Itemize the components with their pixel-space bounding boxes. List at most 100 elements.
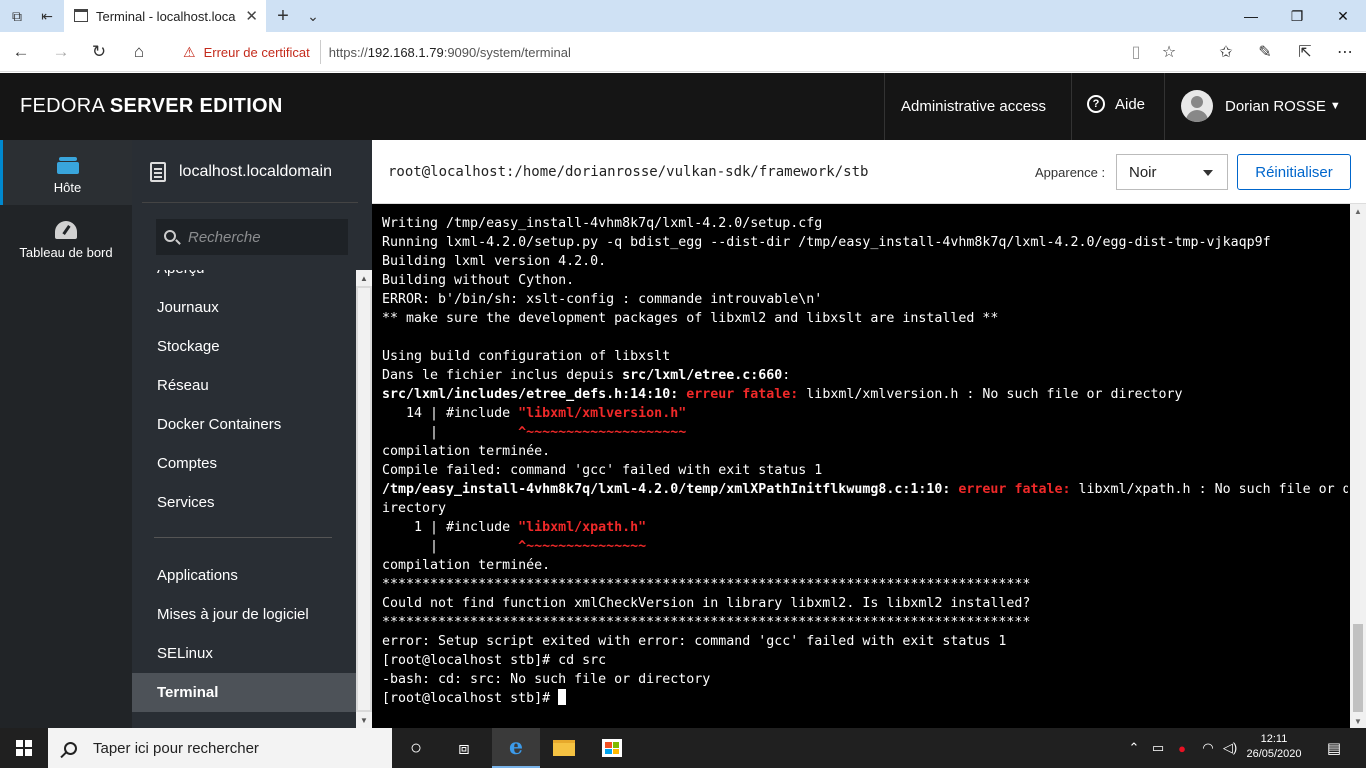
certificate-warning[interactable]: ⚠ Erreur de certificat (177, 40, 321, 64)
terminal-line: Building lxml version 4.2.0. (382, 252, 1348, 271)
minimize-button[interactable]: — (1228, 0, 1274, 32)
store-button[interactable] (588, 728, 636, 768)
terminal-text: : (782, 368, 791, 383)
scrollbar-thumb[interactable] (358, 288, 370, 710)
host-rail: Hôte Tableau de bord (0, 140, 132, 728)
rail-item-hote[interactable]: Hôte (0, 140, 132, 205)
theme-select[interactable]: Noir (1116, 154, 1228, 190)
more-menu-icon[interactable]: ⋯ (1326, 36, 1364, 68)
admin-access-button[interactable]: Administrative access (901, 98, 1046, 115)
wifi-icon[interactable]: ◠ (1196, 728, 1220, 768)
terminal-line: Running lxml-4.2.0/setup.py -q bdist_egg… (382, 233, 1348, 252)
terminal-text: "libxml/xpath.h" (518, 520, 647, 535)
page-icon (74, 9, 88, 22)
terminal-scrollbar[interactable]: ▲ ▼ (1350, 204, 1366, 728)
terminal-line: error: Setup script exited with error: c… (382, 632, 1348, 651)
terminal-line: [root@localhost stb]# (382, 689, 1348, 708)
terminal-text: Could not find function xmlCheckVersion … (382, 596, 1031, 611)
address-bar[interactable]: ⚠ Erreur de certificat https://192.168.1… (177, 36, 1189, 68)
terminal-line: compilation terminée. (382, 442, 1348, 461)
security-alert-icon[interactable]: ● (1172, 728, 1192, 768)
sidebar: localhost.localdomain Recherche Aperçu J… (132, 140, 372, 728)
favorite-star-icon[interactable]: ☆ (1150, 36, 1188, 68)
file-explorer-button[interactable] (540, 728, 588, 768)
close-tab-icon[interactable]: ✕ (245, 7, 258, 25)
search-placeholder: Recherche (188, 228, 261, 246)
action-center-icon[interactable]: ▤ (1316, 728, 1352, 768)
browser-toolbar: ← → ↻ ⌂ ⚠ Erreur de certificat https://1… (0, 32, 1366, 72)
menu-divider (154, 537, 332, 538)
set-tabs-aside-icon[interactable]: ⇤ (32, 0, 62, 32)
sidebar-item-stockage[interactable]: Stockage (132, 327, 356, 366)
terminal-text: ****************************************… (382, 577, 1031, 592)
clock[interactable]: 12:11 26/05/2020 (1238, 732, 1310, 762)
terminal-text: [root@localhost stb]# cd src (382, 653, 607, 668)
cortana-icon[interactable]: ○ (392, 728, 440, 768)
search-input[interactable]: Recherche (156, 219, 348, 255)
terminal-text: ** make sure the development packages of… (382, 311, 999, 326)
terminal-text: ^~~~~~~~~~~~~~~~ (518, 539, 647, 554)
url-text[interactable]: https://192.168.1.79:9090/system/termina… (329, 45, 571, 60)
edge-taskbar-button[interactable]: e (492, 728, 540, 768)
scrollbar-thumb[interactable] (1353, 624, 1363, 712)
task-view-icon[interactable]: ⧈ (440, 728, 488, 768)
restore-button[interactable]: ❐ (1274, 0, 1320, 32)
divider (142, 202, 358, 203)
terminal-text: error: Setup script exited with error: c… (382, 634, 1007, 649)
sidebar-item-comptes[interactable]: Comptes (132, 444, 356, 483)
scroll-down-icon[interactable]: ▼ (1350, 714, 1366, 728)
start-button[interactable] (0, 728, 48, 768)
terminal-text: | (382, 425, 519, 440)
terminal-text: Building lxml version 4.2.0. (382, 254, 607, 269)
terminal-line: ** make sure the development packages of… (382, 309, 1348, 328)
appearance-label: Apparence : (1035, 165, 1106, 180)
terminal-output[interactable]: Writing /tmp/easy_install-4vhm8k7q/lxml-… (382, 214, 1348, 708)
back-icon[interactable]: ← (4, 36, 38, 68)
favorites-hub-icon[interactable]: ✩ (1207, 36, 1245, 68)
help-icon: ? (1087, 95, 1105, 113)
scroll-down-icon[interactable]: ▼ (356, 712, 372, 728)
forward-icon[interactable]: → (44, 36, 78, 68)
terminal-text: Running lxml-4.2.0/setup.py -q bdist_egg… (382, 235, 1271, 250)
taskbar: Taper ici pour rechercher ○ ⧈ e ⌃ ▭ ● ◠ … (0, 728, 1366, 768)
volume-icon[interactable]: ◁) (1220, 728, 1240, 768)
header-divider (884, 73, 885, 140)
terminal-text: Using build configuration of libxslt (382, 349, 671, 364)
sidebar-item-services[interactable]: Services (132, 483, 356, 522)
home-icon[interactable]: ⌂ (122, 36, 156, 68)
tab-manager-icon[interactable]: ⧉ (2, 0, 32, 32)
browser-tab[interactable]: Terminal - localhost.loca ✕ (64, 0, 266, 32)
rail-item-dashboard[interactable]: Tableau de bord (0, 205, 132, 270)
sidebar-item-journaux[interactable]: Journaux (132, 288, 356, 327)
scroll-up-icon[interactable]: ▲ (1350, 204, 1366, 218)
sidebar-item-mises-a-jour[interactable]: Mises à jour de logiciel (132, 595, 356, 634)
battery-icon[interactable]: ▭ (1148, 728, 1168, 768)
user-menu[interactable]: Dorian ROSSE ▼ (1181, 90, 1341, 122)
sidebar-item-applications[interactable]: Applications (132, 556, 356, 595)
new-tab-icon[interactable]: + (268, 0, 298, 32)
terminal-text: Writing /tmp/easy_install-4vhm8k7q/lxml-… (382, 216, 823, 231)
share-icon[interactable]: ⇱ (1286, 36, 1324, 68)
sidebar-scrollbar[interactable]: ▲ ▼ (356, 270, 372, 728)
sidebar-item-apercu[interactable]: Aperçu (132, 270, 356, 288)
scroll-up-icon[interactable]: ▲ (356, 270, 372, 286)
dropdown-arrow-icon (1203, 170, 1213, 176)
tab-preview-chevron-icon[interactable]: ⌄ (298, 0, 328, 32)
web-note-icon[interactable]: ✎ (1246, 36, 1284, 68)
terminal-text: ^~~~~~~~~~~~~~~~~~~~~ (518, 425, 687, 440)
refresh-icon[interactable]: ↻ (82, 36, 116, 68)
sidebar-item-reseau[interactable]: Réseau (132, 366, 356, 405)
show-hidden-icons-icon[interactable]: ⌃ (1124, 728, 1144, 768)
terminal-line: | ^~~~~~~~~~~~~~~~ (382, 537, 1348, 556)
close-window-button[interactable]: ✕ (1320, 0, 1366, 32)
sidebar-item-docker[interactable]: Docker Containers (132, 405, 356, 444)
reset-button[interactable]: Réinitialiser (1237, 154, 1351, 190)
sidebar-item-terminal[interactable]: Terminal (132, 673, 356, 712)
taskbar-search[interactable]: Taper ici pour rechercher (48, 728, 392, 768)
brand-bold: SERVER EDITION (109, 95, 283, 117)
sidebar-item-selinux[interactable]: SELinux (132, 634, 356, 673)
rail-item-label: Hôte (53, 180, 82, 195)
terminal-screen[interactable]: Writing /tmp/easy_install-4vhm8k7q/lxml-… (372, 204, 1366, 728)
help-menu[interactable]: ? Aide (1087, 95, 1145, 113)
host-selector[interactable]: localhost.localdomain (150, 162, 332, 182)
